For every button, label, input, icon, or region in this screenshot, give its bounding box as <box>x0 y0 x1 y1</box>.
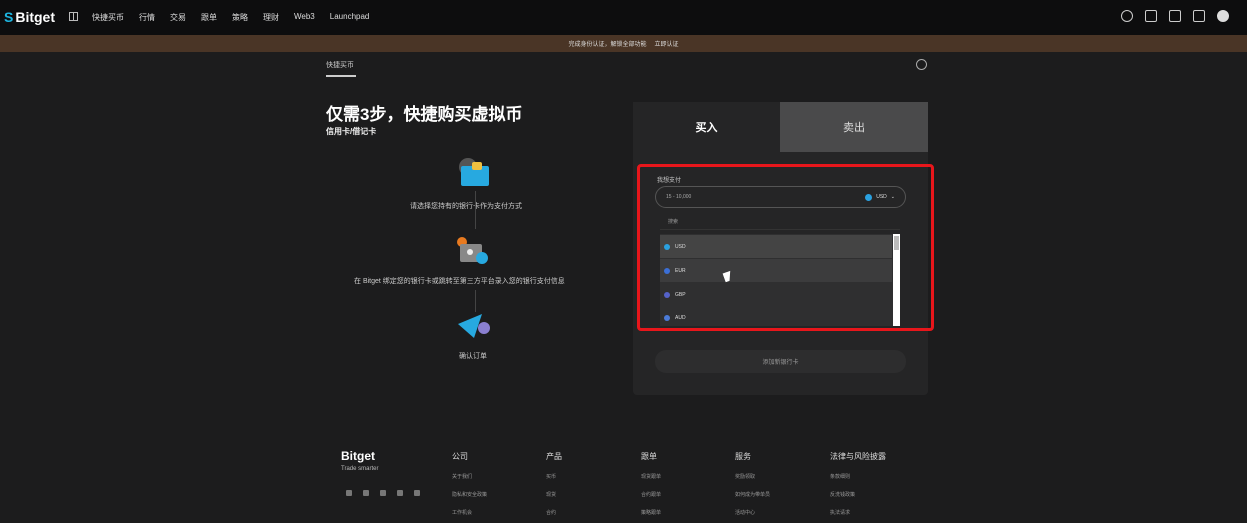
footer-link[interactable]: 策略跟单 <box>641 509 661 516</box>
highlight-box <box>637 164 934 331</box>
footer-link[interactable]: 工作机会 <box>452 509 487 516</box>
youtube-icon[interactable] <box>380 490 386 496</box>
footer-link[interactable]: 如何成为带单员 <box>735 491 770 498</box>
footer-col-company: 公司 关于我们 隐私和安全政策 工作机会 <box>452 451 487 516</box>
footer-col-title: 服务 <box>735 452 751 461</box>
nav-item-web3[interactable]: Web3 <box>294 12 315 23</box>
footer-link[interactable]: 关于我们 <box>452 473 487 480</box>
avatar[interactable] <box>1217 10 1229 22</box>
apps-grid-icon[interactable] <box>69 12 78 21</box>
page-tab-label: 快捷买币 <box>326 62 354 69</box>
footer-col-copy: 跟单 现货跟单 合约跟单 策略跟单 <box>641 451 661 516</box>
tab-sell[interactable]: 卖出 <box>780 102 928 152</box>
wallet-icon[interactable] <box>1145 10 1157 22</box>
footer-link[interactable]: 活动中心 <box>735 509 770 516</box>
footer-link[interactable]: 合约 <box>546 509 562 516</box>
step-2-text: 在 Bitget 绑定您的银行卡或跳转至第三方平台录入您的银行支付信息 <box>354 278 565 285</box>
footer-link[interactable]: 执法请求 <box>830 509 886 516</box>
discord-icon[interactable] <box>397 490 403 496</box>
nav-item-earn[interactable]: 理财 <box>263 12 279 23</box>
step-connector <box>475 191 476 229</box>
footer-col-services: 服务 奖励领取 如何成为带单员 活动中心 <box>735 451 770 516</box>
footer-col-title: 跟单 <box>641 452 657 461</box>
nav-item-strategy[interactable]: 策略 <box>232 12 248 23</box>
footer-link[interactable]: 条款细则 <box>830 473 886 480</box>
nav-right-icons <box>1121 10 1229 22</box>
twitter-icon[interactable] <box>346 490 352 496</box>
bank-card-icon <box>459 158 489 186</box>
footer-col-legal: 法律与风险披露 条款细则 反洗钱政策 执法请求 <box>830 451 886 516</box>
footer-logo[interactable]: Bitget <box>341 449 375 463</box>
telegram-icon[interactable] <box>363 490 369 496</box>
tab-buy[interactable]: 买入 <box>633 102 780 152</box>
step-1-text: 请选择您持有的银行卡作为支付方式 <box>410 203 522 210</box>
history-icon[interactable] <box>916 59 927 70</box>
footer-col-title: 法律与风险披露 <box>830 452 886 461</box>
footer-slogan: Trade smarter <box>341 466 379 472</box>
bind-card-icon <box>457 237 488 264</box>
nav-item-trade[interactable]: 交易 <box>170 12 186 23</box>
bitget-logo-mark: S <box>4 9 14 25</box>
page-tab[interactable]: 快捷买币 <box>326 60 356 77</box>
verification-banner: 完成身份认证，解锁全部功能 立即认证 <box>0 35 1247 52</box>
step-3-text: 确认订单 <box>459 353 487 360</box>
footer-link[interactable]: 买币 <box>546 473 562 480</box>
page-tab-underline <box>326 75 356 77</box>
footer-link[interactable]: 反洗钱政策 <box>830 491 886 498</box>
banner-text: 完成身份认证，解锁全部功能 <box>568 42 647 48</box>
nav-item-copy[interactable]: 跟单 <box>201 12 217 23</box>
top-navbar: S Bitget 快捷买币 行情 交易 跟单 策略 理财 Web3 Launch… <box>0 0 1247 35</box>
footer-social-links <box>346 490 420 496</box>
nav-item-launchpad[interactable]: Launchpad <box>330 12 370 23</box>
page-title: 仅需3步，快捷购买虚拟币 <box>326 105 523 124</box>
bitget-logo-text: Bitget <box>15 9 56 25</box>
bell-icon[interactable] <box>1193 10 1205 22</box>
step-connector <box>475 290 476 312</box>
nav-menu: 快捷买币 行情 交易 跟单 策略 理财 Web3 Launchpad <box>92 12 384 23</box>
footer-link[interactable]: 现货 <box>546 491 562 498</box>
bitget-logo[interactable]: S Bitget <box>4 9 55 25</box>
page-subtitle: 信用卡/借记卡 <box>326 127 377 136</box>
footer-col-title: 产品 <box>546 452 562 461</box>
footer-link[interactable]: 合约跟单 <box>641 491 661 498</box>
orders-icon[interactable] <box>1169 10 1181 22</box>
footer-link[interactable]: 奖励领取 <box>735 473 770 480</box>
footer-link[interactable]: 隐私和安全政策 <box>452 491 487 498</box>
instagram-icon[interactable] <box>414 490 420 496</box>
footer-link[interactable]: 现货跟单 <box>641 473 661 480</box>
search-icon[interactable] <box>1121 10 1133 22</box>
confirm-order-icon <box>458 314 490 338</box>
nav-item-markets[interactable]: 行情 <box>139 12 155 23</box>
nav-item-quick-buy[interactable]: 快捷买币 <box>92 12 124 23</box>
footer-col-products: 产品 买币 现货 合约 <box>546 451 562 516</box>
footer-col-title: 公司 <box>452 452 468 461</box>
banner-link[interactable]: 立即认证 <box>655 39 679 48</box>
add-bank-card-button[interactable]: 添加新银行卡 <box>655 350 906 373</box>
